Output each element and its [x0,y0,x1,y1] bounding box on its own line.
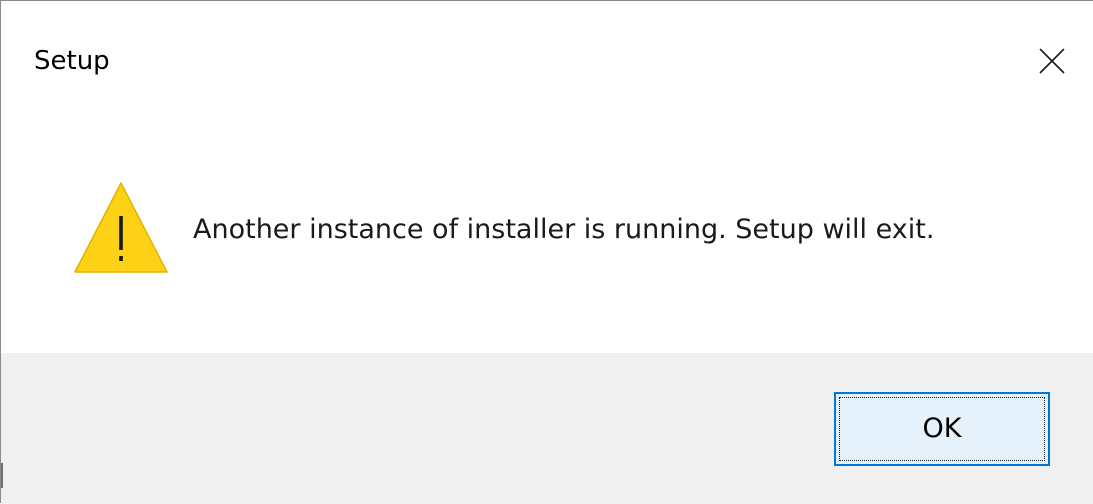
window-edge [1,463,3,488]
button-area: OK [1,353,1093,504]
ok-button[interactable]: OK [834,392,1050,466]
title-bar: Setup [1,1,1093,115]
close-button[interactable] [1022,31,1082,91]
dialog-content: Another instance of installer is running… [1,115,1093,353]
ok-button-label: OK [922,413,962,444]
setup-dialog: Setup Another instance of installer is r… [0,0,1093,504]
warning-icon [74,182,168,273]
close-icon [1039,48,1065,74]
message-text: Another instance of installer is running… [193,214,935,245]
dialog-title: Setup [34,46,110,76]
